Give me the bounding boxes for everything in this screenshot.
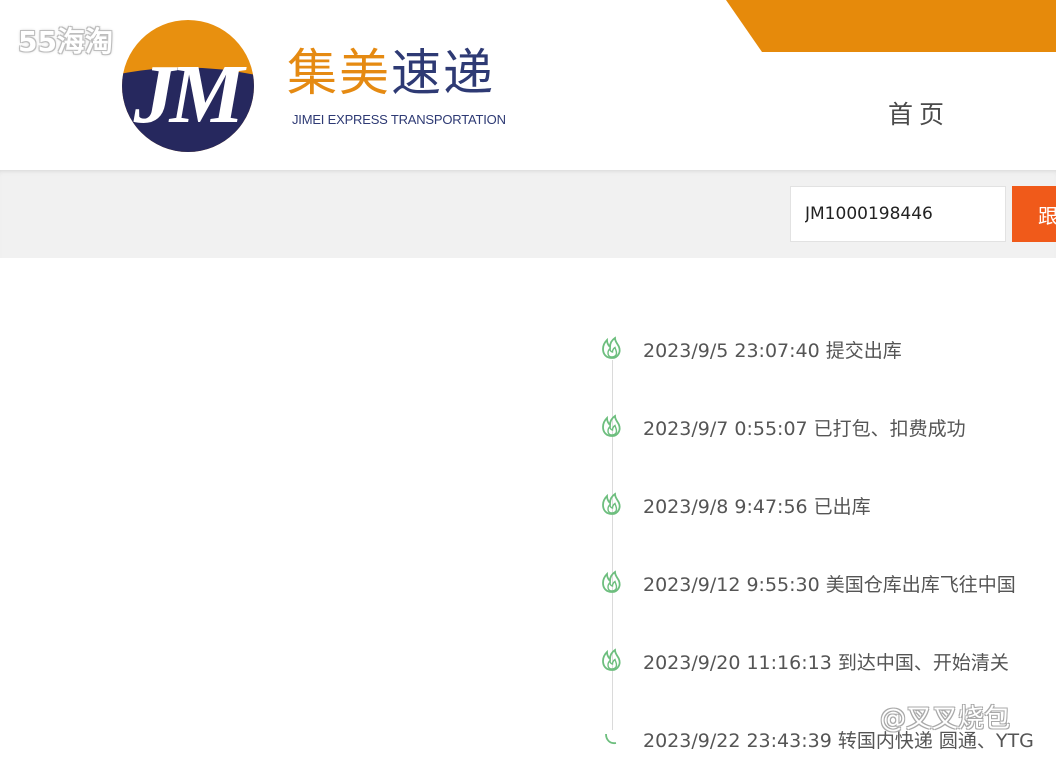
timeline-entry: 2023/9/8 9:47:56 已出库: [643, 496, 871, 518]
watermark-top-left: 55海淘: [18, 25, 113, 58]
timeline-entry: 2023/9/5 23:07:40 提交出库: [643, 340, 902, 362]
flame-icon: [602, 336, 621, 359]
brand-name-cn-part2: 速递: [391, 44, 495, 102]
brand-name-cn-part1: 集美: [287, 44, 391, 102]
nav-home-link[interactable]: 首页: [888, 95, 950, 131]
track-button[interactable]: 跟: [1012, 186, 1056, 242]
watermark-bottom-right: @叉叉烧包: [880, 704, 1011, 734]
flame-icon: [602, 492, 621, 515]
site-header: JM 集美速递 JIMEI EXPRESS TRANSPORTATION 首页 …: [0, 0, 1056, 170]
jm-logo-icon[interactable]: JM: [120, 16, 260, 152]
timeline-entry: 2023/9/20 11:16:13 到达中国、开始清关: [643, 652, 1009, 674]
flame-icon: [602, 570, 621, 593]
flame-icon: [602, 414, 621, 437]
tracking-number-input[interactable]: [790, 186, 1006, 242]
brand-name-en: JIMEI EXPRESS TRANSPORTATION: [292, 112, 506, 127]
flame-icon: [602, 648, 621, 671]
arc-icon: [605, 733, 617, 745]
brand-name-cn: 集美速递: [287, 42, 495, 104]
timeline-entry: 2023/9/12 9:55:30 美国仓库出库飞往中国: [643, 574, 1016, 596]
timeline-entry: 2023/9/7 0:55:07 已打包、扣费成功: [643, 418, 966, 440]
page: JM 集美速递 JIMEI EXPRESS TRANSPORTATION 首页 …: [0, 0, 1056, 758]
header-accent-strip: [726, 0, 1056, 52]
logo-letters: JM: [133, 48, 248, 141]
